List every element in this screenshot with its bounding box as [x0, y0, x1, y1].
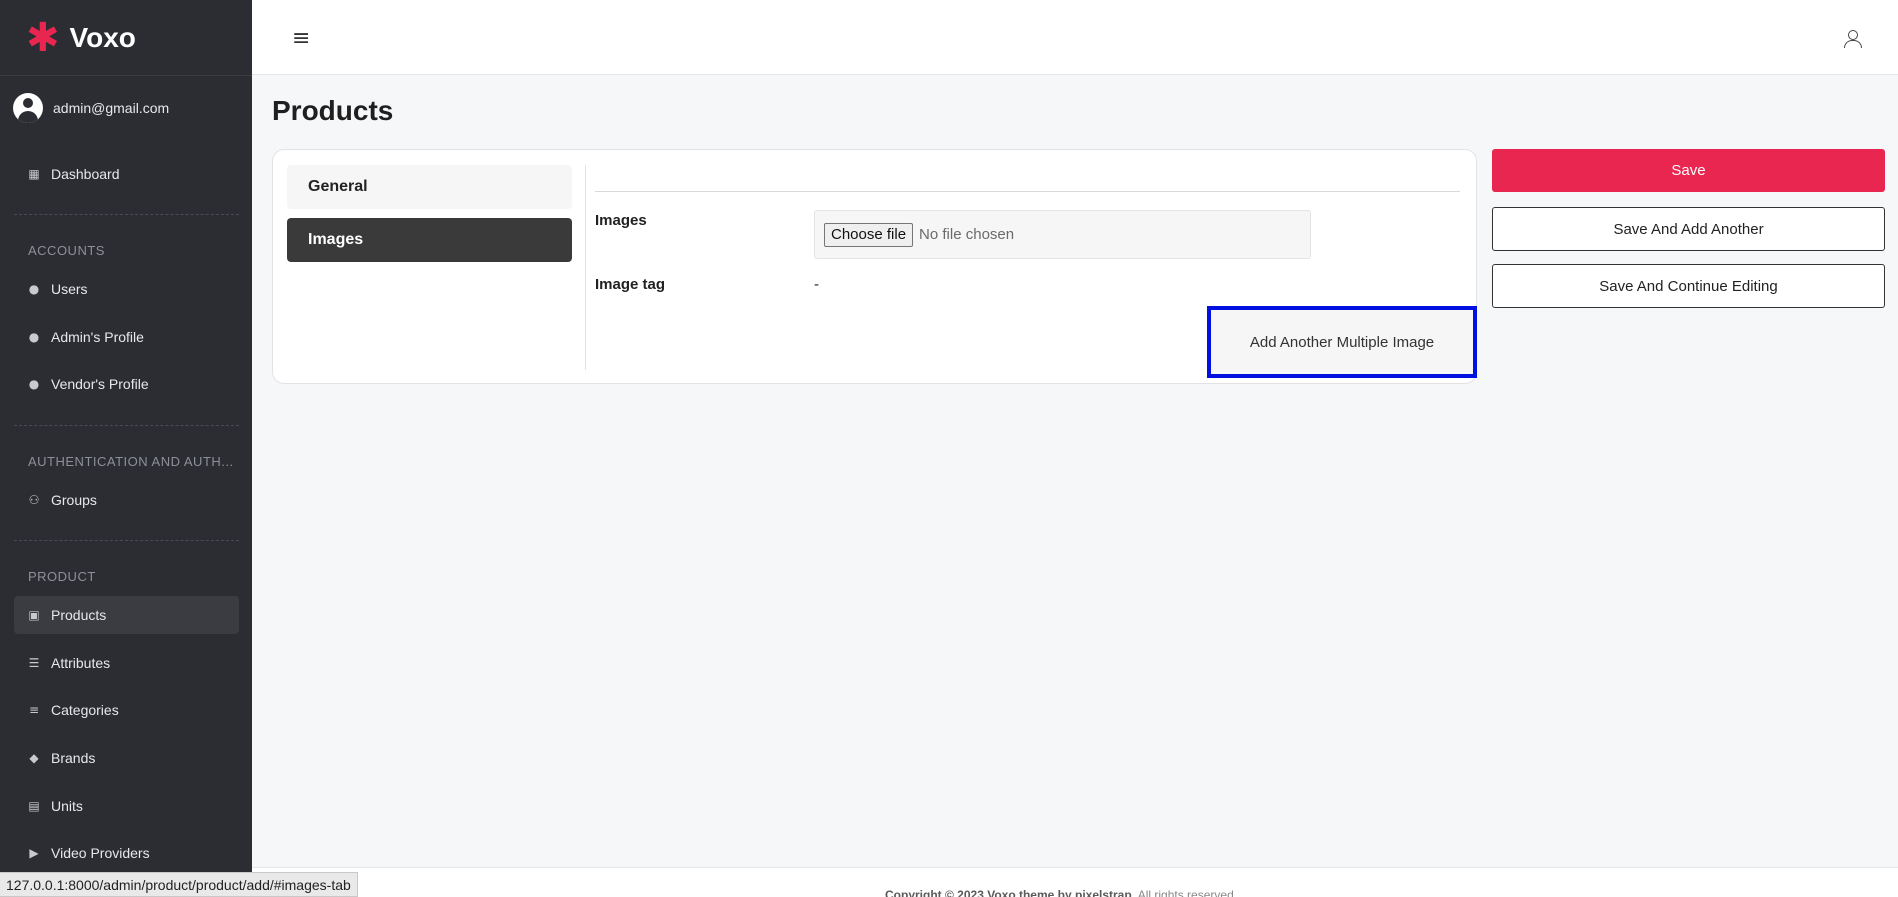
users-icon: ⚇	[28, 493, 40, 507]
browser-status-url: 127.0.0.1:8000/admin/product/product/add…	[0, 872, 358, 897]
sidebar-item-label: Video Providers	[51, 845, 150, 861]
images-label: Images	[595, 212, 647, 229]
save-button[interactable]: Save	[1492, 149, 1885, 192]
file-status: No file chosen	[919, 226, 1015, 243]
sidebar-item-admins-profile[interactable]: ● Admin's Profile	[14, 318, 239, 356]
tab-images[interactable]: Images	[287, 218, 572, 262]
sidebar-item-groups[interactable]: ⚇ Groups	[14, 481, 239, 519]
save-and-continue-button[interactable]: Save And Continue Editing	[1492, 264, 1885, 308]
user-profile[interactable]: admin@gmail.com	[0, 75, 252, 139]
user-icon: ●	[28, 330, 40, 344]
product-form-card: General Images Images Choose file No fil…	[272, 149, 1477, 384]
images-file-input[interactable]: Choose file No file chosen	[814, 210, 1311, 259]
box-icon: ▣	[28, 608, 40, 622]
logo[interactable]: ✱ Voxo	[0, 0, 252, 75]
list-icon: ☰	[28, 656, 40, 670]
footer-copyright: Copyright © 2023 Voxo theme by pixelstra…	[885, 888, 1136, 897]
save-and-add-another-button[interactable]: Save And Add Another	[1492, 207, 1885, 251]
page-title: Products	[272, 95, 394, 126]
brand-name: Voxo	[69, 21, 136, 53]
sidebar-item-label: Vendor's Profile	[51, 376, 149, 392]
sidebar-item-products[interactable]: ▣ Products	[14, 596, 239, 634]
avatar-icon	[13, 92, 43, 123]
image-tag-label: Image tag	[595, 276, 666, 293]
gem-icon: ◆	[29, 751, 39, 765]
tab-general[interactable]: General	[287, 165, 572, 209]
sidebar-item-units[interactable]: ▤ Units	[14, 787, 239, 825]
sidebar-item-label: Categories	[51, 702, 119, 718]
footer: Copyright © 2023 Voxo theme by pixelstra…	[252, 867, 1898, 897]
grid-icon: ▦	[28, 167, 40, 181]
section-divider	[595, 191, 1460, 192]
user-icon: ●	[28, 282, 40, 296]
sidebar: ✱ Voxo admin@gmail.com ▦ Dashboard ACCOU…	[0, 0, 252, 897]
sidebar-item-label: Brands	[51, 750, 96, 766]
section-product: PRODUCT	[28, 569, 96, 584]
section-authentication: AUTHENTICATION AND AUTH...	[28, 454, 234, 469]
sidebar-item-video-providers[interactable]: ▶ Video Providers	[14, 834, 239, 872]
user-outline-icon[interactable]	[1844, 30, 1862, 48]
nav-divider	[14, 425, 239, 426]
video-icon: ▶	[29, 846, 39, 860]
user-email: admin@gmail.com	[53, 99, 170, 116]
image-tag-value: -	[814, 276, 819, 293]
nav-divider	[14, 214, 239, 215]
user-icon: ●	[28, 377, 40, 391]
hamburger-icon[interactable]: ≡	[292, 26, 310, 51]
sidebar-item-categories[interactable]: ≡ Categories	[14, 691, 239, 729]
topbar: ≡	[252, 0, 1898, 75]
nav-divider	[14, 540, 239, 541]
sidebar-item-label: Users	[51, 281, 88, 297]
sidebar-item-label: Products	[51, 607, 107, 623]
logo-star-icon: ✱	[26, 14, 60, 61]
sidebar-item-dashboard[interactable]: ▦ Dashboard	[14, 155, 239, 193]
section-accounts: ACCOUNTS	[28, 243, 105, 258]
sidebar-item-label: Attributes	[51, 655, 111, 671]
sidebar-item-vendors-profile[interactable]: ● Vendor's Profile	[14, 365, 239, 403]
sidebar-item-brands[interactable]: ◆ Brands	[14, 739, 239, 777]
footer-rights: All rights reserved.	[1135, 888, 1238, 897]
tabs-divider	[585, 165, 586, 370]
add-another-image-button[interactable]: Add Another Multiple Image	[1207, 306, 1477, 378]
sidebar-item-label: Groups	[51, 492, 97, 508]
align-icon: ≡	[28, 703, 40, 717]
choose-file-button[interactable]: Choose file	[824, 222, 914, 247]
footer-text: Copyright © 2023 Voxo theme by pixelstra…	[885, 888, 1237, 897]
archive-icon: ▤	[28, 799, 40, 813]
sidebar-item-label: Admin's Profile	[51, 329, 144, 345]
sidebar-item-label: Units	[51, 798, 83, 814]
sidebar-item-users[interactable]: ● Users	[14, 270, 239, 308]
sidebar-item-label: Dashboard	[51, 166, 120, 182]
sidebar-item-attributes[interactable]: ☰ Attributes	[14, 644, 239, 682]
